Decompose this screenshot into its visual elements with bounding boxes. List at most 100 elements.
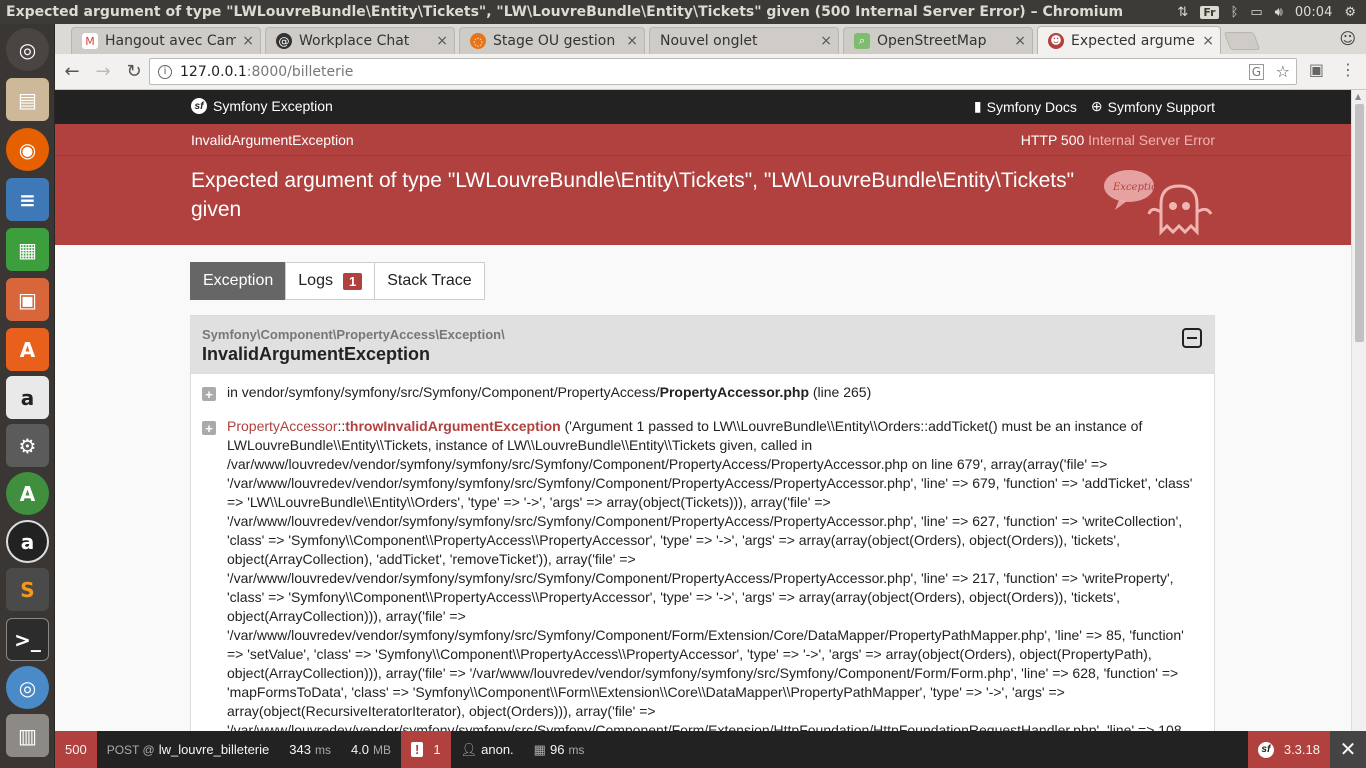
toolbar-database[interactable]: ▦ 96 ms: [524, 731, 595, 768]
site-info-icon[interactable]: i: [158, 64, 172, 79]
sublime-text-icon[interactable]: S: [6, 568, 49, 611]
toolbar-close-icon[interactable]: ✕: [1330, 731, 1366, 768]
trace-args-line: /var/www/louvredev/vendor/symfony/symfon…: [227, 456, 1108, 472]
exception-location: in vendor/symfony/symfony/src/Symfony/Co…: [227, 384, 872, 400]
system-settings-icon[interactable]: ⚙: [6, 424, 49, 467]
software-updater-icon[interactable]: A: [6, 472, 49, 515]
svg-text:Exception!: Exception!: [1112, 182, 1168, 193]
translate-icon[interactable]: G: [1248, 63, 1264, 80]
user-icon: 👤︎: [460, 741, 478, 757]
tab-expected-argument[interactable]: ☻ Expected argumen ×: [1037, 26, 1221, 54]
stage-icon: ◌: [470, 33, 486, 49]
close-icon[interactable]: ×: [820, 33, 832, 49]
symfony-support-link[interactable]: ⊕ Symfony Support: [1091, 98, 1215, 115]
bluetooth-icon[interactable]: ᛒ: [1231, 5, 1239, 20]
new-tab-button[interactable]: [1223, 32, 1261, 50]
battery-icon[interactable]: ▭: [1250, 5, 1262, 20]
libreoffice-impress-icon[interactable]: ▣: [6, 278, 49, 321]
toolbar-errors[interactable]: ! 1: [401, 731, 451, 768]
expand-plus-icon[interactable]: +: [202, 421, 216, 435]
tab-hangout[interactable]: M Hangout avec Cami ×: [71, 27, 261, 54]
bookmark-star-icon[interactable]: ☆: [1276, 62, 1290, 81]
toolbar-time[interactable]: 343 ms: [279, 731, 341, 768]
toolbar-status-code[interactable]: 500: [55, 731, 97, 768]
unity-launcher: ◎ ▤ ◉ ≡ ▦ ▣ A a ⚙ A a S >_ ◎ ▥: [0, 24, 55, 768]
power-gear-icon[interactable]: ⚙: [1344, 5, 1356, 20]
tab-stage[interactable]: ◌ Stage OU gestion d ×: [459, 27, 645, 54]
exception-detail-box: Symfony\Component\PropertyAccess\Excepti…: [190, 315, 1215, 731]
workplace-icon: @: [276, 33, 292, 49]
tab-exception[interactable]: Exception: [190, 262, 287, 300]
close-icon[interactable]: ×: [1202, 33, 1214, 49]
trace-args-line: array(object(RecursiveIteratorIterator),…: [227, 703, 656, 719]
system-tray: ⇅ Fr ᛒ ▭ 🔊︎ 00:04 ⚙: [1177, 5, 1366, 20]
exception-ghost-icon: Exception!: [1104, 170, 1213, 236]
book-icon: ▮: [973, 98, 982, 114]
extension-icon[interactable]: ▣: [1309, 60, 1324, 79]
tab-openstreetmap[interactable]: ⌕ OpenStreetMap ×: [843, 27, 1033, 54]
libreoffice-calc-icon[interactable]: ▦: [6, 228, 49, 271]
close-icon[interactable]: ×: [626, 33, 638, 49]
toolbar-user[interactable]: 👤︎ anon.: [451, 731, 524, 768]
trace-args-line: ('Argument 1 passed to LW\\LouvreBundle\…: [564, 418, 1143, 434]
tab-stack-trace[interactable]: Stack Trace: [374, 262, 485, 300]
exception-tabs: Exception Logs 1 Stack Trace: [190, 262, 485, 300]
chromium-icon[interactable]: ◎: [6, 666, 49, 709]
keyboard-layout-indicator[interactable]: Fr: [1200, 5, 1219, 19]
trace-entry: PropertyAccessor::throwInvalidArgumentEx…: [227, 417, 1197, 731]
ubuntu-dash-icon[interactable]: ◎: [6, 28, 49, 71]
libreoffice-writer-icon[interactable]: ≡: [6, 178, 49, 221]
exception-header: Symfony\Component\PropertyAccess\Excepti…: [191, 316, 1214, 374]
tab-logs[interactable]: Logs 1: [285, 262, 376, 300]
clock[interactable]: 00:04: [1295, 5, 1332, 20]
toolbar-memory[interactable]: 4.0 MB: [341, 731, 401, 768]
trace-args-line: => 'LW\\LouvreBundle\\Entity\\Orders', '…: [227, 494, 831, 510]
url-host: 127.0.0.1: [180, 63, 247, 80]
tab-workplace-chat[interactable]: @ Workplace Chat ×: [265, 27, 455, 54]
os-top-panel: Expected argument of type "LWLouvreBundl…: [0, 0, 1366, 24]
page-scrollbar[interactable]: ▲: [1351, 90, 1366, 731]
trace-args-line: object(ArrayCollection))), array('file' …: [227, 665, 1179, 681]
close-icon[interactable]: ×: [242, 33, 254, 49]
page-content: sf Symfony Exception ▮ Symfony Docs ⊕ Symf…: [55, 90, 1351, 731]
gmail-icon: M: [82, 33, 98, 49]
trace-args-line: '/var/www/louvredev/vendor/symfony/symfo…: [227, 513, 1183, 529]
browser-toolbar: ← → ↻ i 127.0.0.1:8000/billeterie G ☆ ▣ …: [55, 54, 1366, 90]
files-icon[interactable]: ▤: [6, 78, 49, 121]
workspaces-icon[interactable]: ▥: [6, 714, 49, 757]
amazon-icon[interactable]: a: [6, 376, 49, 419]
scroll-up-icon[interactable]: ▲: [1355, 92, 1361, 101]
menu-icon[interactable]: ⋮: [1340, 60, 1356, 79]
close-icon[interactable]: ×: [436, 33, 448, 49]
software-center-icon[interactable]: A: [6, 328, 49, 371]
osm-icon: ⌕: [854, 33, 870, 49]
symfony-docs-link[interactable]: ▮ Symfony Docs: [974, 98, 1077, 115]
trace-args-line: object(ArrayCollection))), array('file' …: [227, 608, 466, 624]
expand-plus-icon[interactable]: +: [202, 387, 216, 401]
toolbar-symfony-version[interactable]: sf 3.3.18: [1247, 731, 1330, 768]
tab-new-tab[interactable]: Nouvel onglet ×: [649, 27, 839, 54]
symfony-logo-icon: sf: [1257, 741, 1274, 758]
trace-args-line: 'class' => 'Symfony\\Component\\Property…: [227, 589, 1120, 605]
profile-icon[interactable]: ☺: [1339, 29, 1356, 48]
close-icon[interactable]: ×: [1014, 33, 1026, 49]
volume-icon[interactable]: 🔊︎: [1275, 5, 1283, 20]
symfony-header: sf Symfony Exception ▮ Symfony Docs ⊕ Symf…: [55, 90, 1351, 124]
exception-message: Expected argument of type "LWLouvreBundl…: [191, 169, 1075, 221]
address-bar[interactable]: i 127.0.0.1:8000/billeterie G ☆: [149, 58, 1297, 85]
browser-tab-strip: M Hangout avec Cami × @ Workplace Chat ×…: [55, 24, 1366, 54]
symfony-brand[interactable]: sf Symfony Exception: [191, 98, 333, 114]
reload-button[interactable]: ↻: [120, 58, 148, 86]
terminal-icon[interactable]: >_: [6, 618, 49, 661]
url-path: :8000/billeterie: [246, 63, 354, 80]
firefox-icon[interactable]: ◉: [6, 128, 49, 171]
audacious-icon[interactable]: a: [6, 520, 49, 563]
collapse-toggle-icon[interactable]: [1182, 328, 1202, 348]
network-transfer-icon[interactable]: ⇅: [1177, 5, 1188, 20]
back-button[interactable]: ←: [58, 58, 86, 86]
forward-button[interactable]: →: [89, 58, 117, 86]
scrollbar-thumb[interactable]: [1355, 104, 1364, 342]
exception-name: InvalidArgumentException: [202, 344, 431, 364]
toolbar-request[interactable]: POST @ lw_louvre_billeterie: [97, 731, 280, 768]
trace-args-line: => 'setValue', 'class' => 'Symfony\\Comp…: [227, 646, 1152, 662]
